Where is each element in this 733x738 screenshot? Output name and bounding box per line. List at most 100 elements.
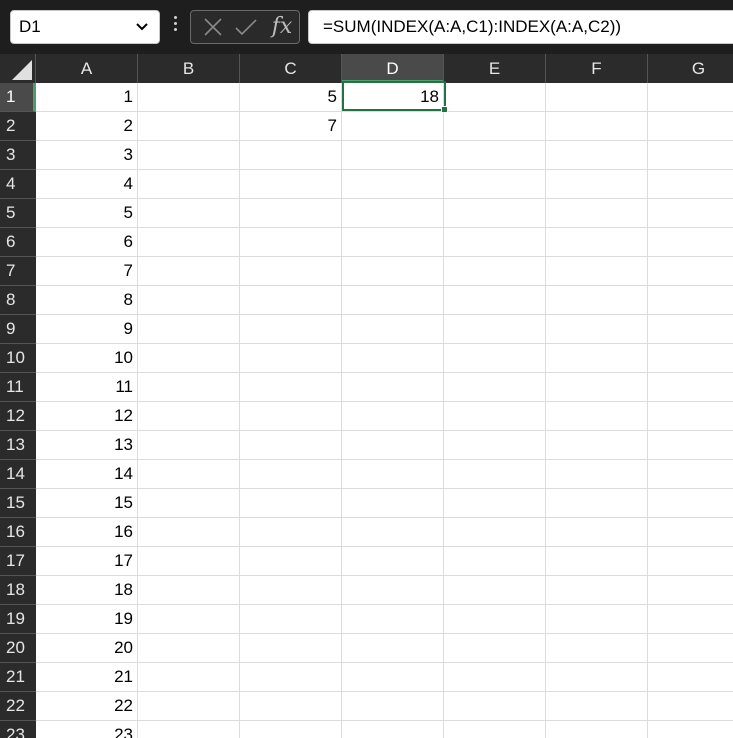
cell-d21[interactable] [342,663,444,692]
cell-e4[interactable] [444,170,546,199]
cell-c19[interactable] [240,605,342,634]
cell-d17[interactable] [342,547,444,576]
cell-b21[interactable] [138,663,240,692]
cell-d13[interactable] [342,431,444,460]
cell-a5[interactable]: 5 [36,199,138,228]
cell-c6[interactable] [240,228,342,257]
cell-g18[interactable] [648,576,733,605]
cell-c22[interactable] [240,692,342,721]
cell-a8[interactable]: 8 [36,286,138,315]
formula-input[interactable]: =SUM(INDEX(A:A,C1):INDEX(A:A,C2)) [308,10,733,44]
cell-a7[interactable]: 7 [36,257,138,286]
cell-a22[interactable]: 22 [36,692,138,721]
cell-a13[interactable]: 13 [36,431,138,460]
cell-a11[interactable]: 11 [36,373,138,402]
cell-d2[interactable] [342,112,444,141]
column-header-b[interactable]: B [138,54,240,83]
cell-e7[interactable] [444,257,546,286]
cell-f18[interactable] [546,576,648,605]
cell-d12[interactable] [342,402,444,431]
cell-f1[interactable] [546,83,648,112]
cell-f12[interactable] [546,402,648,431]
cell-g9[interactable] [648,315,733,344]
cell-b19[interactable] [138,605,240,634]
cell-a6[interactable]: 6 [36,228,138,257]
cell-a14[interactable]: 14 [36,460,138,489]
cell-c7[interactable] [240,257,342,286]
cell-d19[interactable] [342,605,444,634]
cell-g3[interactable] [648,141,733,170]
cell-g13[interactable] [648,431,733,460]
cell-d15[interactable] [342,489,444,518]
cell-d18[interactable] [342,576,444,605]
cell-f17[interactable] [546,547,648,576]
cell-e20[interactable] [444,634,546,663]
cell-g5[interactable] [648,199,733,228]
cell-a21[interactable]: 21 [36,663,138,692]
cell-f13[interactable] [546,431,648,460]
cell-g10[interactable] [648,344,733,373]
column-header-a[interactable]: A [36,54,138,83]
cell-a12[interactable]: 12 [36,402,138,431]
cell-f16[interactable] [546,518,648,547]
cell-e2[interactable] [444,112,546,141]
cell-d16[interactable] [342,518,444,547]
cell-g2[interactable] [648,112,733,141]
cell-d22[interactable] [342,692,444,721]
column-header-c[interactable]: C [240,54,342,83]
row-header-5[interactable]: 5 [0,199,36,228]
row-header-6[interactable]: 6 [0,228,36,257]
cell-b9[interactable] [138,315,240,344]
cell-c17[interactable] [240,547,342,576]
cell-c23[interactable] [240,721,342,738]
cell-e18[interactable] [444,576,546,605]
cell-g14[interactable] [648,460,733,489]
row-header-17[interactable]: 17 [0,547,36,576]
cell-e8[interactable] [444,286,546,315]
cell-c18[interactable] [240,576,342,605]
cell-b18[interactable] [138,576,240,605]
cell-b5[interactable] [138,199,240,228]
cell-b3[interactable] [138,141,240,170]
cell-b22[interactable] [138,692,240,721]
cell-d8[interactable] [342,286,444,315]
cell-c13[interactable] [240,431,342,460]
row-header-16[interactable]: 16 [0,518,36,547]
cell-e5[interactable] [444,199,546,228]
cell-g20[interactable] [648,634,733,663]
cell-e11[interactable] [444,373,546,402]
cell-c3[interactable] [240,141,342,170]
cell-c16[interactable] [240,518,342,547]
cell-g4[interactable] [648,170,733,199]
cell-e6[interactable] [444,228,546,257]
cell-b2[interactable] [138,112,240,141]
row-header-22[interactable]: 22 [0,692,36,721]
cell-g1[interactable] [648,83,733,112]
cell-g22[interactable] [648,692,733,721]
row-header-23[interactable]: 23 [0,721,36,738]
cell-c11[interactable] [240,373,342,402]
row-header-19[interactable]: 19 [0,605,36,634]
cell-f5[interactable] [546,199,648,228]
cell-a3[interactable]: 3 [36,141,138,170]
cell-g8[interactable] [648,286,733,315]
cell-b6[interactable] [138,228,240,257]
cell-d1[interactable]: 18 [342,83,444,112]
cell-f22[interactable] [546,692,648,721]
cell-b23[interactable] [138,721,240,738]
row-header-3[interactable]: 3 [0,141,36,170]
cell-b16[interactable] [138,518,240,547]
row-header-18[interactable]: 18 [0,576,36,605]
cell-g11[interactable] [648,373,733,402]
cell-e19[interactable] [444,605,546,634]
cell-a2[interactable]: 2 [36,112,138,141]
cell-d11[interactable] [342,373,444,402]
row-header-11[interactable]: 11 [0,373,36,402]
chevron-down-icon[interactable] [135,11,149,43]
cell-c21[interactable] [240,663,342,692]
cell-g17[interactable] [648,547,733,576]
cell-d3[interactable] [342,141,444,170]
row-header-7[interactable]: 7 [0,257,36,286]
cell-d23[interactable] [342,721,444,738]
cell-f14[interactable] [546,460,648,489]
